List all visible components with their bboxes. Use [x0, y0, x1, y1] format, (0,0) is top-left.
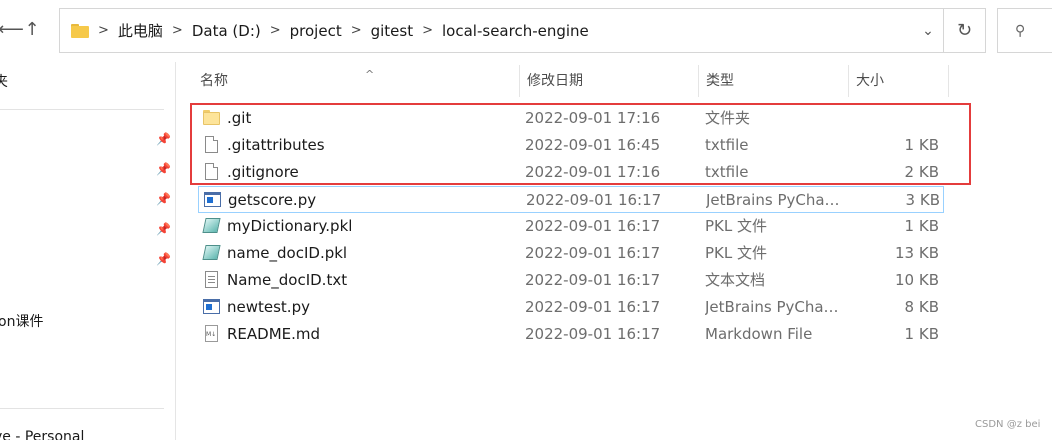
- file-name: README.md: [227, 325, 321, 343]
- nav-divider: [0, 109, 164, 110]
- file-size: 1 KB: [904, 217, 939, 235]
- breadcrumb-separator[interactable]: >: [172, 23, 183, 38]
- up-button[interactable]: ↑: [20, 18, 44, 42]
- pin-icon: 📌: [156, 162, 171, 176]
- file-size: 8 KB: [904, 298, 939, 316]
- breadcrumb-local-search-engine[interactable]: local-search-engine: [442, 22, 589, 40]
- column-header-size-label: 大小: [856, 73, 884, 89]
- back-button[interactable]: ⟵: [0, 18, 24, 42]
- file-row[interactable]: M↓ README.md 2022-09-01 16:17 Markdown F…: [198, 321, 944, 348]
- pin-icon: 📌: [156, 132, 171, 146]
- file-date: 2022-09-01 16:17: [525, 325, 661, 343]
- file-size: 13 KB: [895, 244, 939, 262]
- file-date: 2022-09-01 16:17: [526, 191, 662, 209]
- column-header-type[interactable]: 类型: [699, 65, 849, 97]
- file-name: Name_docID.txt: [227, 271, 348, 289]
- breadcrumb-drive[interactable]: Data (D:): [192, 22, 261, 40]
- refresh-button[interactable]: ↻: [943, 9, 985, 52]
- address-toolbar: ⟵ ↑ > 此电脑 > Data (D:) > project > gitest…: [0, 0, 1052, 62]
- file-type: JetBrains PyChar...: [705, 298, 840, 316]
- file-name: myDictionary.pkl: [227, 217, 353, 235]
- breadcrumb-separator[interactable]: >: [422, 23, 433, 38]
- nav-item-courseware[interactable]: on课件: [0, 311, 43, 331]
- column-header-date-label: 修改日期: [527, 73, 583, 89]
- file-date: 2022-09-01 16:17: [525, 217, 661, 235]
- file-date: 2022-09-01 16:17: [525, 271, 661, 289]
- navigation-pane: 夹 📌 📌 📌 📌 📌 on课件 ve - Personal: [0, 62, 176, 440]
- nav-item-onedrive[interactable]: ve - Personal: [0, 429, 84, 440]
- file-type: PKL 文件: [705, 217, 768, 235]
- column-header-size[interactable]: 大小: [849, 65, 949, 97]
- file-type: JetBrains PyChar...: [706, 191, 841, 209]
- file-date: 2022-09-01 16:17: [525, 244, 661, 262]
- sort-ascending-icon: ^: [365, 68, 375, 81]
- file-size: 1 KB: [904, 325, 939, 343]
- file-type: PKL 文件: [705, 244, 768, 262]
- column-header-type-label: 类型: [706, 73, 734, 89]
- file-size: 3 KB: [905, 191, 940, 209]
- file-row[interactable]: newtest.py 2022-09-01 16:17 JetBrains Py…: [198, 294, 944, 321]
- watermark: CSDN @z bei: [975, 419, 1041, 430]
- file-row[interactable]: getscore.py 2022-09-01 16:17 JetBrains P…: [198, 186, 944, 213]
- search-input[interactable]: ⚲: [997, 8, 1052, 53]
- breadcrumb-separator[interactable]: >: [98, 23, 109, 38]
- file-type: 文本文档: [705, 271, 766, 289]
- chevron-down-icon: ⌄: [922, 22, 934, 39]
- refresh-icon: ↻: [956, 20, 973, 41]
- file-size: 10 KB: [895, 271, 939, 289]
- arrow-up-icon: ↑: [24, 19, 40, 40]
- file-type: Markdown File: [705, 325, 813, 343]
- search-icon: ⚲: [1015, 23, 1026, 39]
- column-header-name[interactable]: 名称 ^: [193, 65, 520, 97]
- pkl-file-icon: [202, 244, 221, 262]
- highlight-annotation-box: [190, 103, 971, 185]
- column-header-date[interactable]: 修改日期: [520, 65, 699, 97]
- address-history-button[interactable]: ⌄: [913, 23, 943, 39]
- nav-divider: [0, 408, 164, 409]
- pin-icon: 📌: [156, 192, 171, 206]
- file-row[interactable]: Name_docID.txt 2022-09-01 16:17 文本文档 10 …: [198, 267, 944, 294]
- breadcrumb-separator[interactable]: >: [270, 23, 281, 38]
- nav-item-partial[interactable]: 夹: [0, 71, 8, 91]
- pin-icon: 📌: [156, 222, 171, 236]
- pin-icon: 📌: [156, 252, 171, 266]
- python-file-icon: [203, 298, 221, 316]
- file-row[interactable]: name_docID.pkl 2022-09-01 16:17 PKL 文件 1…: [198, 240, 944, 267]
- text-file-icon: [203, 271, 221, 289]
- file-row[interactable]: myDictionary.pkl 2022-09-01 16:17 PKL 文件…: [198, 213, 944, 240]
- breadcrumb-project[interactable]: project: [290, 22, 342, 40]
- address-bar[interactable]: > 此电脑 > Data (D:) > project > gitest > l…: [59, 8, 986, 53]
- file-date: 2022-09-01 16:17: [525, 298, 661, 316]
- folder-icon: [71, 23, 89, 38]
- file-name: name_docID.pkl: [227, 244, 348, 262]
- file-name: newtest.py: [227, 298, 310, 316]
- breadcrumb-this-pc[interactable]: 此电脑: [118, 20, 163, 41]
- pkl-file-icon: [202, 217, 221, 235]
- markdown-file-icon: M↓: [203, 325, 221, 343]
- column-header-name-label: 名称: [200, 73, 228, 89]
- file-name: getscore.py: [228, 191, 317, 209]
- python-file-icon: [204, 191, 222, 209]
- breadcrumb-separator[interactable]: >: [351, 23, 362, 38]
- breadcrumb-gitest[interactable]: gitest: [371, 22, 414, 40]
